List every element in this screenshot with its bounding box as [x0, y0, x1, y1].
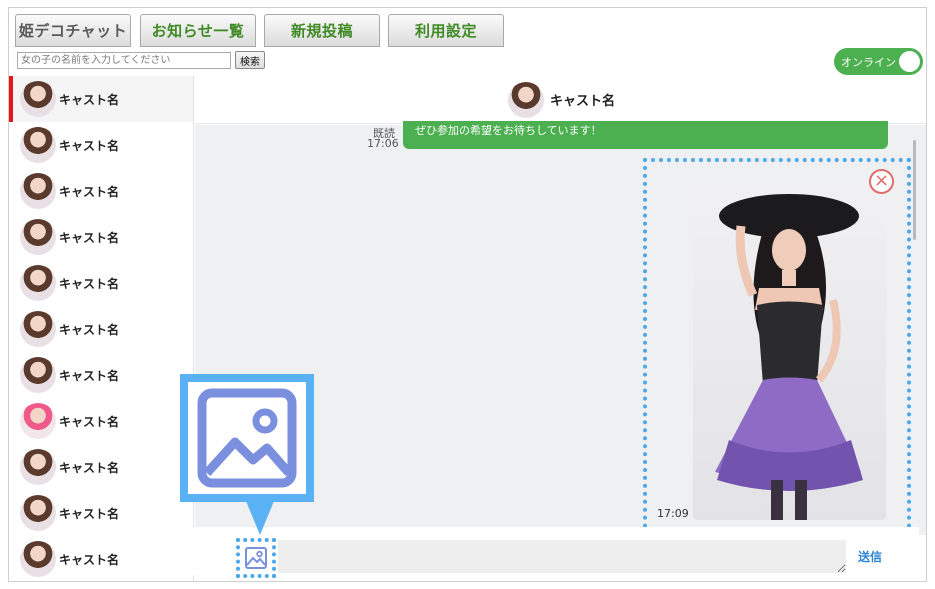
avatar — [20, 127, 56, 163]
avatar — [507, 81, 544, 118]
sidebar-item-label: キャスト名 — [59, 506, 120, 521]
sidebar-item-label: キャスト名 — [59, 230, 120, 245]
sidebar-item-label: キャスト名 — [59, 460, 120, 475]
avatar — [20, 357, 56, 393]
sidebar-item[interactable]: キャスト名 — [9, 122, 193, 168]
sent-image[interactable] — [693, 180, 886, 520]
avatar — [20, 81, 56, 117]
sidebar-item[interactable]: キャスト名 — [9, 444, 193, 490]
toggle-knob — [899, 51, 920, 72]
avatar — [20, 311, 56, 347]
sidebar-item[interactable]: キャスト名 — [9, 260, 193, 306]
avatar — [20, 541, 56, 577]
sent-message-bubble: ぜひ参加の希望をお待ちしています！ — [403, 121, 888, 149]
avatar — [20, 173, 56, 209]
avatar — [20, 265, 56, 301]
online-status-label: オンライン — [841, 55, 896, 69]
sidebar-item[interactable]: キャスト名 — [9, 398, 193, 444]
sidebar-item-label: キャスト名 — [59, 552, 120, 567]
tab-new-post[interactable]: 新規投稿 — [264, 14, 380, 47]
avatar — [20, 449, 56, 485]
search-button[interactable]: 検索 — [235, 51, 265, 69]
tab-news-list[interactable]: お知らせ一覧 — [140, 14, 256, 47]
avatar — [20, 219, 56, 255]
sidebar-item-label: キャスト名 — [59, 276, 120, 291]
sidebar-item[interactable]: キャスト名 — [9, 76, 193, 122]
sidebar-item-label: キャスト名 — [59, 184, 120, 199]
message-input[interactable] — [278, 540, 846, 573]
image-icon — [245, 547, 267, 569]
sidebar-item-label: キャスト名 — [59, 322, 120, 337]
tab-hime-deco-chat[interactable]: 姫デコチャット — [15, 14, 131, 47]
sidebar-item-label: キャスト名 — [59, 92, 120, 107]
image-icon — [197, 388, 297, 488]
image-button-callout — [180, 374, 314, 502]
message-timestamp: 17:09 — [657, 507, 689, 520]
sidebar-item[interactable]: キャスト名 — [9, 352, 193, 398]
chat-header: キャスト名 — [195, 76, 926, 124]
sidebar-item[interactable]: キャスト名 — [9, 306, 193, 352]
cast-search-input[interactable] — [17, 52, 231, 69]
chat-partner-name: キャスト名 — [549, 94, 615, 109]
cast-photo-illustration — [715, 194, 863, 520]
callout-pointer — [246, 501, 274, 535]
attach-image-button[interactable] — [236, 538, 276, 578]
sidebar-item[interactable]: キャスト名 — [9, 536, 193, 581]
callout-panel — [188, 382, 306, 494]
tab-settings[interactable]: 利用設定 — [388, 14, 504, 47]
chat-scrollbar[interactable] — [913, 140, 916, 240]
sidebar-item[interactable]: キャスト名 — [9, 490, 193, 536]
cast-sidebar: キャスト名 キャスト名 キャスト名 キャスト名 キャスト名 キャスト名 キャスト… — [9, 76, 194, 581]
sidebar-item-label: キャスト名 — [59, 368, 120, 383]
avatar — [20, 403, 56, 439]
sidebar-item-label: キャスト名 — [59, 414, 120, 429]
sidebar-item[interactable]: キャスト名 — [9, 214, 193, 260]
sidebar-item[interactable]: キャスト名 — [9, 168, 193, 214]
avatar — [20, 495, 56, 531]
message-timestamp: 17:06 — [367, 137, 399, 150]
online-status-toggle[interactable]: オンライン — [834, 48, 923, 75]
sidebar-item-label: キャスト名 — [59, 138, 120, 153]
remove-image-icon[interactable]: × — [869, 169, 894, 194]
send-button[interactable]: 送信 — [858, 548, 882, 565]
